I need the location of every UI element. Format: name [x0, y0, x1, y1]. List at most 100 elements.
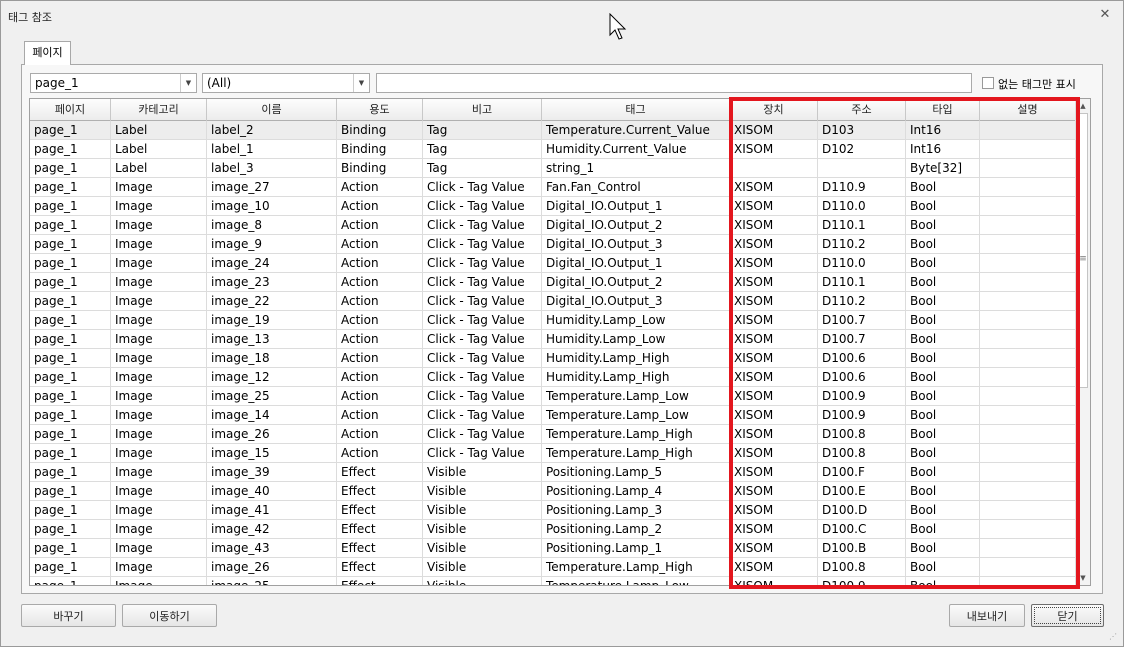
- cell-description: [980, 577, 1076, 585]
- table-row[interactable]: page_1 Image image_8 Action Click - Tag Valu…: [30, 216, 1076, 235]
- cell-description: [980, 368, 1076, 387]
- cell-name: image_25: [207, 387, 337, 406]
- table-row[interactable]: page_1 Image image_19 Action Click - Tag Val…: [30, 311, 1076, 330]
- cell-type: Bool: [906, 539, 980, 558]
- cell-name: image_8: [207, 216, 337, 235]
- cell-usage: Action: [337, 254, 423, 273]
- table-row[interactable]: page_1 Image image_9 Action Click - Tag Valu…: [30, 235, 1076, 254]
- chevron-down-icon[interactable]: ▼: [180, 74, 196, 92]
- cell-type: Bool: [906, 178, 980, 197]
- table-row[interactable]: page_1 Image image_25 Effect Visible Temperat…: [30, 577, 1076, 585]
- cell-tag: Digital_IO.Output_2: [542, 273, 730, 292]
- resize-grip-icon[interactable]: ⋰: [1109, 632, 1119, 642]
- cell-category: Image: [111, 235, 207, 254]
- cell-device: XISOM: [730, 178, 818, 197]
- table-header: 페이지 카테고리 이름 용도 비고 태그 장치 주소 타입 설명: [30, 99, 1076, 121]
- cell-page: page_1: [30, 235, 111, 254]
- table-row[interactable]: page_1 Image image_15 Action Click - Tag Val…: [30, 444, 1076, 463]
- cell-device: XISOM: [730, 197, 818, 216]
- cell-note: Visible: [423, 558, 542, 577]
- chevron-down-icon[interactable]: ▼: [353, 74, 369, 92]
- cell-device: XISOM: [730, 368, 818, 387]
- goto-button[interactable]: 이동하기: [122, 604, 217, 627]
- cell-type: Bool: [906, 349, 980, 368]
- table-row[interactable]: page_1 Image image_26 Action Click - Tag Val…: [30, 425, 1076, 444]
- cell-description: [980, 273, 1076, 292]
- table-row[interactable]: page_1 Image image_22 Action Click - Tag Val…: [30, 292, 1076, 311]
- cell-address: D100.7: [818, 311, 906, 330]
- table-row[interactable]: page_1 Image image_13 Action Click - Tag Val…: [30, 330, 1076, 349]
- table-row[interactable]: page_1 Image image_24 Action Click - Tag Val…: [30, 254, 1076, 273]
- missing-tags-checkbox[interactable]: [982, 77, 994, 89]
- export-button[interactable]: 내보내기: [949, 604, 1025, 627]
- table-row[interactable]: page_1 Image image_10 Action Click - Tag Val…: [30, 197, 1076, 216]
- cell-name: image_18: [207, 349, 337, 368]
- cell-tag: Digital_IO.Output_3: [542, 235, 730, 254]
- cell-category: Image: [111, 482, 207, 501]
- cell-category: Image: [111, 216, 207, 235]
- table-row[interactable]: page_1 Image image_41 Effect Visible Position…: [30, 501, 1076, 520]
- category-select[interactable]: (All) ▼: [202, 73, 370, 93]
- cell-device: XISOM: [730, 387, 818, 406]
- search-input[interactable]: [376, 73, 972, 93]
- table-row[interactable]: page_1 Image image_26 Effect Visible Temperat…: [30, 558, 1076, 577]
- cell-address: D102: [818, 140, 906, 159]
- column-header-usage[interactable]: 용도: [337, 99, 423, 121]
- table-row[interactable]: page_1 Image image_14 Action Click - Tag Val…: [30, 406, 1076, 425]
- table-row[interactable]: page_1 Image image_12 Action Click - Tag Val…: [30, 368, 1076, 387]
- cell-usage: Action: [337, 349, 423, 368]
- cell-address: D110.1: [818, 216, 906, 235]
- cell-name: image_24: [207, 254, 337, 273]
- column-header-name[interactable]: 이름: [207, 99, 337, 121]
- table-row[interactable]: page_1 Image image_23 Action Click - Tag Val…: [30, 273, 1076, 292]
- cell-description: [980, 558, 1076, 577]
- cell-type: Bool: [906, 197, 980, 216]
- column-header-type[interactable]: 타입: [906, 99, 980, 121]
- cell-device: XISOM: [730, 539, 818, 558]
- cell-name: label_2: [207, 121, 337, 140]
- cell-description: [980, 539, 1076, 558]
- table-row[interactable]: page_1 Label label_3 Binding Tag string_1 Byte…: [30, 159, 1076, 178]
- table-row[interactable]: page_1 Image image_18 Action Click - Tag Val…: [30, 349, 1076, 368]
- table-row[interactable]: page_1 Image image_27 Action Click - Tag Val…: [30, 178, 1076, 197]
- table-row[interactable]: page_1 Image image_40 Effect Visible Position…: [30, 482, 1076, 501]
- cell-address: D100.8: [818, 444, 906, 463]
- cell-category: Image: [111, 501, 207, 520]
- column-header-description[interactable]: 설명: [980, 99, 1076, 121]
- cell-note: Visible: [423, 501, 542, 520]
- vertical-scrollbar[interactable]: ▲ ≡ ▼: [1075, 99, 1090, 585]
- title-bar[interactable]: 태그 참조 ✕: [1, 1, 1123, 31]
- column-header-tag[interactable]: 태그: [542, 99, 730, 121]
- cell-page: page_1: [30, 330, 111, 349]
- table-row[interactable]: page_1 Image image_25 Action Click - Tag Val…: [30, 387, 1076, 406]
- cell-category: Image: [111, 577, 207, 585]
- table-row[interactable]: page_1 Label label_2 Binding Tag Temperature.…: [30, 121, 1076, 140]
- scroll-down-icon[interactable]: ▼: [1076, 571, 1090, 585]
- cell-description: [980, 387, 1076, 406]
- tab-page[interactable]: 페이지: [24, 41, 71, 65]
- tag-table: 페이지 카테고리 이름 용도 비고 태그 장치 주소 타입 설명 page_1 Label label…: [29, 98, 1091, 586]
- table-row[interactable]: page_1 Image image_42 Effect Visible Position…: [30, 520, 1076, 539]
- column-header-address[interactable]: 주소: [818, 99, 906, 121]
- close-icon[interactable]: ✕: [1097, 7, 1113, 23]
- column-header-device[interactable]: 장치: [730, 99, 818, 121]
- replace-button[interactable]: 바꾸기: [21, 604, 116, 627]
- cell-description: [980, 254, 1076, 273]
- cell-name: image_9: [207, 235, 337, 254]
- cell-category: Image: [111, 463, 207, 482]
- cell-category: Image: [111, 444, 207, 463]
- column-header-category[interactable]: 카테고리: [111, 99, 207, 121]
- scroll-up-icon[interactable]: ▲: [1076, 99, 1090, 113]
- table-row[interactable]: page_1 Label label_1 Binding Tag Humidity.Cur…: [30, 140, 1076, 159]
- page-select[interactable]: page_1 ▼: [30, 73, 197, 93]
- scroll-thumb[interactable]: ≡: [1078, 113, 1088, 388]
- cell-type: Bool: [906, 577, 980, 585]
- table-row[interactable]: page_1 Image image_43 Effect Visible Position…: [30, 539, 1076, 558]
- column-header-page[interactable]: 페이지: [30, 99, 111, 121]
- table-row[interactable]: page_1 Image image_39 Effect Visible Position…: [30, 463, 1076, 482]
- cell-page: page_1: [30, 311, 111, 330]
- cell-tag: Humidity.Lamp_Low: [542, 311, 730, 330]
- close-button[interactable]: 닫기: [1031, 604, 1104, 627]
- cell-note: Click - Tag Value: [423, 254, 542, 273]
- column-header-note[interactable]: 비고: [423, 99, 542, 121]
